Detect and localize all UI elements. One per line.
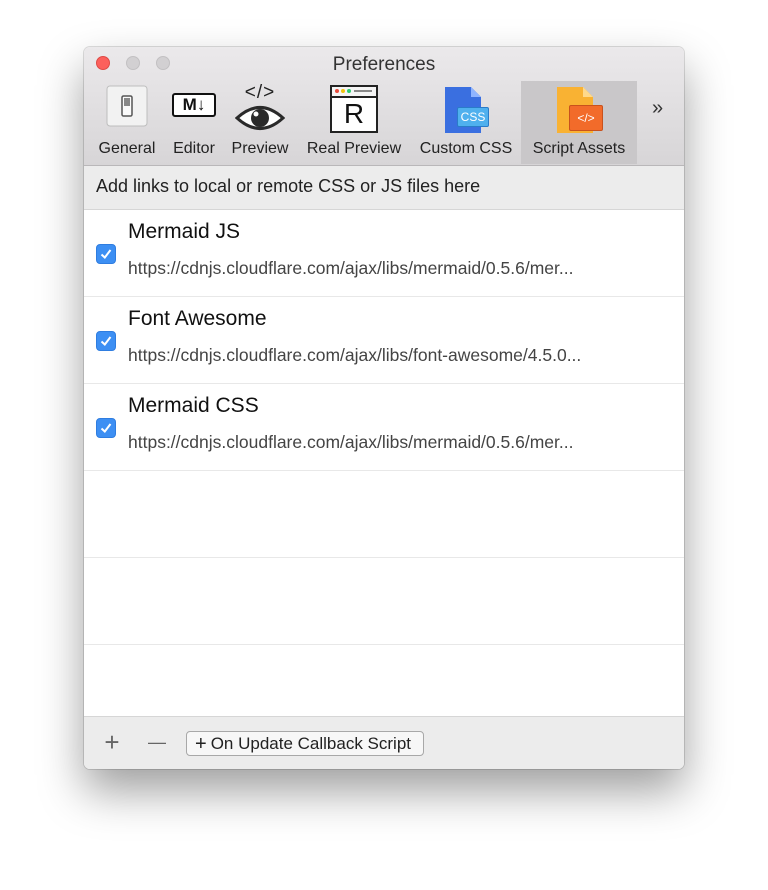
description-text: Add links to local or remote CSS or JS f… bbox=[96, 176, 481, 196]
checkmark-icon bbox=[100, 249, 112, 259]
asset-name: Mermaid CSS bbox=[128, 394, 259, 417]
markdown-icon: M↓ bbox=[172, 93, 216, 117]
checkmark-icon bbox=[100, 336, 112, 346]
code-badge: </> bbox=[569, 105, 603, 131]
list-item[interactable]: Font Awesome https://cdnjs.cloudflare.co… bbox=[84, 297, 684, 384]
window-title: Preferences bbox=[332, 54, 436, 75]
asset-url: https://cdnjs.cloudflare.com/ajax/libs/m… bbox=[128, 258, 574, 278]
code-file-icon: </> bbox=[555, 85, 603, 137]
on-update-callback-script-button[interactable]: + On Update Callback Script bbox=[186, 731, 425, 756]
preferences-window: Preferences General M↓ Editor </> Previe… bbox=[84, 47, 684, 769]
asset-enabled-checkbox[interactable] bbox=[96, 331, 116, 351]
description-bar: Add links to local or remote CSS or JS f… bbox=[84, 166, 684, 210]
tab-script-assets[interactable]: </> Script Assets bbox=[521, 81, 637, 164]
tab-general-label: General bbox=[98, 140, 156, 157]
remove-asset-button[interactable]: — bbox=[143, 729, 171, 757]
toolbar-overflow-button[interactable]: » bbox=[652, 97, 663, 120]
asset-enabled-checkbox[interactable] bbox=[96, 418, 116, 438]
eye-icon: </> bbox=[234, 83, 286, 133]
tab-real-preview-label: Real Preview bbox=[306, 140, 402, 157]
tab-real-preview[interactable]: R Real Preview bbox=[300, 81, 408, 164]
tab-editor-label: Editor bbox=[173, 140, 215, 157]
plus-icon: + bbox=[195, 733, 207, 755]
empty-row bbox=[84, 471, 684, 558]
toggle-switch-icon bbox=[106, 85, 148, 132]
list-item[interactable]: Mermaid JS https://cdnjs.cloudflare.com/… bbox=[84, 210, 684, 297]
footer-bar: + — + On Update Callback Script bbox=[84, 716, 684, 769]
browser-letter: R bbox=[343, 98, 365, 129]
tab-preview[interactable]: </> Preview bbox=[228, 81, 292, 164]
tab-custom-css[interactable]: CSS Custom CSS bbox=[412, 81, 520, 164]
markdown-glyph: M↓ bbox=[172, 93, 216, 117]
empty-row bbox=[84, 645, 684, 716]
add-asset-button[interactable]: + bbox=[98, 729, 126, 757]
asset-name: Mermaid JS bbox=[128, 220, 241, 243]
tab-preview-label: Preview bbox=[231, 140, 289, 157]
browser-window-icon: R bbox=[330, 85, 378, 133]
css-badge: CSS bbox=[457, 107, 489, 127]
tab-custom-css-label: Custom CSS bbox=[419, 140, 513, 157]
list-item[interactable]: Mermaid CSS https://cdnjs.cloudflare.com… bbox=[84, 384, 684, 471]
tab-editor[interactable]: M↓ Editor bbox=[164, 81, 224, 164]
css-file-icon: CSS bbox=[443, 85, 489, 137]
tab-general[interactable]: General bbox=[94, 81, 160, 164]
asset-url: https://cdnjs.cloudflare.com/ajax/libs/f… bbox=[128, 345, 582, 365]
asset-name: Font Awesome bbox=[128, 307, 267, 330]
tab-script-assets-label: Script Assets bbox=[532, 140, 626, 157]
asset-list: Mermaid JS https://cdnjs.cloudflare.com/… bbox=[84, 210, 684, 716]
toolbar: Preferences General M↓ Editor </> Previe… bbox=[84, 47, 684, 166]
code-tag-glyph: </> bbox=[244, 82, 276, 103]
asset-url: https://cdnjs.cloudflare.com/ajax/libs/m… bbox=[128, 432, 574, 452]
empty-row bbox=[84, 558, 684, 645]
checkmark-icon bbox=[100, 423, 112, 433]
asset-enabled-checkbox[interactable] bbox=[96, 244, 116, 264]
callback-button-label: On Update Callback Script bbox=[210, 734, 412, 753]
